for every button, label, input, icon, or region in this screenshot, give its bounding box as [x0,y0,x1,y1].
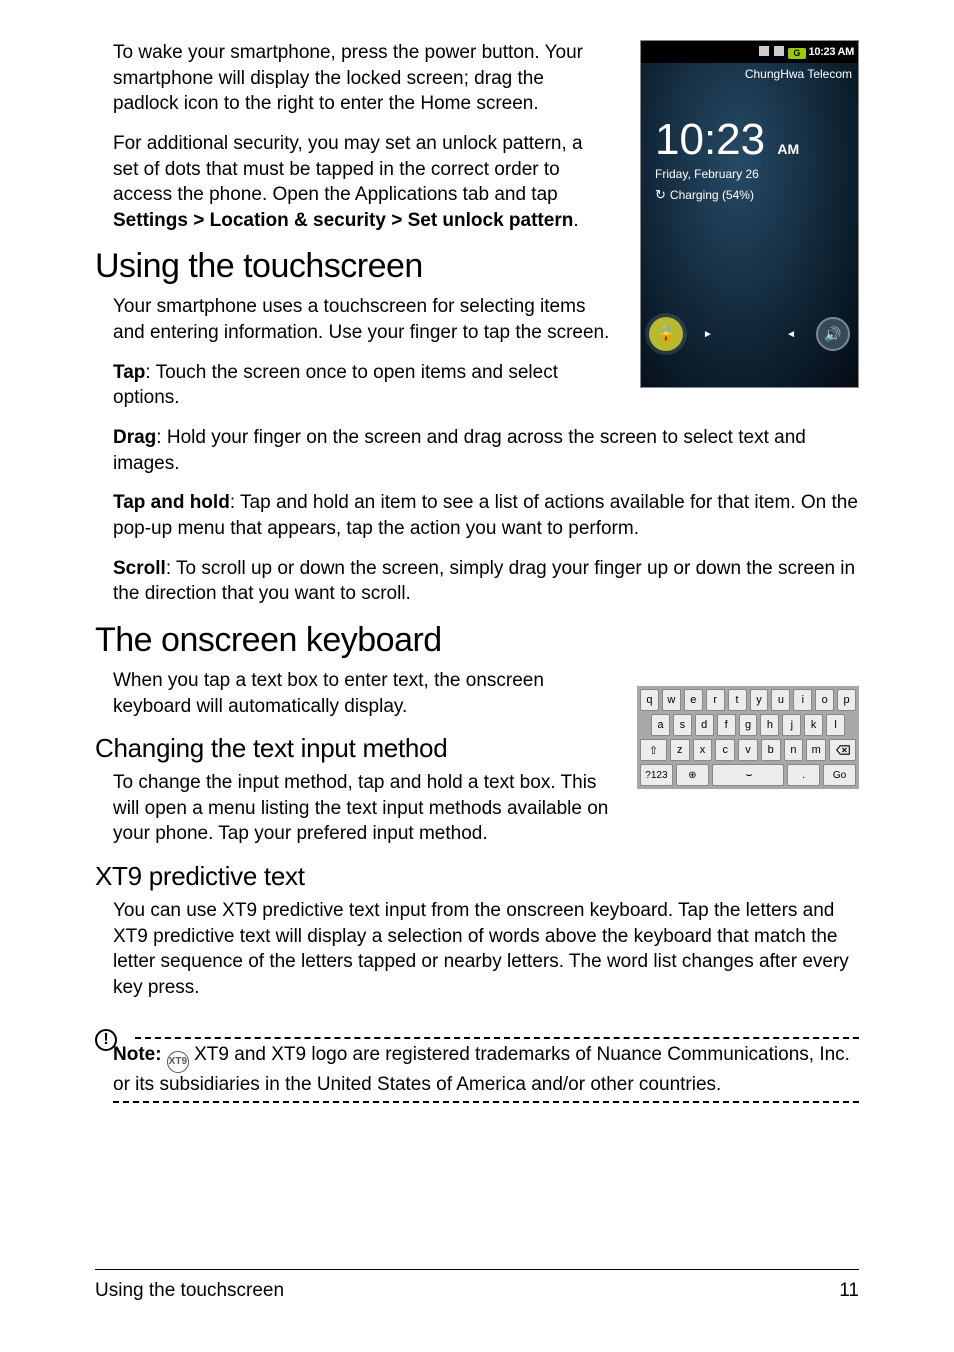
charging-label: Charging (54%) [641,181,858,203]
note-block: ! Note: XT9 XT9 and XT9 logo are registe… [95,1015,859,1104]
footer-page-number: 11 [839,1280,859,1302]
sound-slider[interactable]: 🔊 [816,317,850,351]
note-text: Note: XT9 XT9 and XT9 logo are registere… [113,1043,859,1098]
carrier-label: ChungHwa Telecom [641,63,858,85]
status-bar: G 10:23 AM [641,41,858,63]
key-q[interactable]: q [640,689,659,711]
key-o[interactable]: o [815,689,834,711]
key-z[interactable]: z [670,739,690,761]
key-t[interactable]: t [728,689,747,711]
key-space[interactable]: ⌣ [712,764,785,786]
network-icon [774,46,784,56]
footer-section: Using the touchscreen [95,1280,284,1302]
paragraph-touch-intro: Your smartphone uses a touchscreen for s… [113,294,613,345]
unlock-slider[interactable]: 🔒 [649,317,683,351]
key-m[interactable]: m [806,739,826,761]
key-e[interactable]: e [684,689,703,711]
key-k[interactable]: k [804,714,823,736]
key-numeric[interactable]: ?123 [640,764,673,786]
paragraph-drag: Drag: Hold your finger on the screen and… [113,425,873,476]
paragraph-tap: Tap: Touch the screen once to open items… [113,360,613,411]
page-footer: Using the touchscreen 11 [95,1269,859,1302]
key-u[interactable]: u [771,689,790,711]
key-b[interactable]: b [761,739,781,761]
key-y[interactable]: y [750,689,769,711]
lock-clock: 10:23 AM [641,85,858,165]
key-go[interactable]: Go [823,764,856,786]
key-s[interactable]: s [673,714,692,736]
key-g[interactable]: g [739,714,758,736]
key-d[interactable]: d [695,714,714,736]
paragraph-wake: To wake your smartphone, press the power… [113,40,613,117]
key-i[interactable]: i [793,689,812,711]
key-c[interactable]: c [715,739,735,761]
key-w[interactable]: w [662,689,681,711]
paragraph-change-input: To change the input method, tap and hold… [113,770,613,847]
key-l[interactable]: l [826,714,845,736]
key-n[interactable]: n [784,739,804,761]
lock-screen-figure: G 10:23 AM ChungHwa Telecom 10:23 AM Fri… [640,40,859,388]
key-shift[interactable]: ⇧ [640,739,667,761]
onscreen-keyboard-figure: qwertyuiop asdfghjkl ⇧ zxcvbnm ?123 ⊕ ⌣ … [637,686,859,789]
note-alert-icon: ! [95,1029,117,1051]
status-time: 10:23 AM [809,46,855,58]
xt9-logo-icon: XT9 [167,1051,189,1073]
key-h[interactable]: h [760,714,779,736]
lock-date: Friday, February 26 [641,165,858,181]
key-f[interactable]: f [717,714,736,736]
paragraph-security: For additional security, you may set an … [113,131,613,234]
key-v[interactable]: v [738,739,758,761]
paragraph-tap-hold: Tap and hold: Tap and hold an item to se… [113,490,873,541]
key-globe[interactable]: ⊕ [676,764,709,786]
paragraph-xt9: You can use XT9 predictive text input fr… [113,898,873,1001]
heading-xt9: XT9 predictive text [95,861,859,892]
key-p[interactable]: p [837,689,856,711]
key-a[interactable]: a [651,714,670,736]
key-period[interactable]: . [787,764,820,786]
key-backspace[interactable] [829,739,856,761]
paragraph-keyboard-intro: When you tap a text box to enter text, t… [113,668,613,719]
signal-icon [759,46,769,56]
battery-icon: G [788,48,806,59]
paragraph-scroll: Scroll: To scroll up or down the screen,… [113,556,873,607]
key-j[interactable]: j [782,714,801,736]
heading-onscreen-keyboard: The onscreen keyboard [95,621,859,660]
key-x[interactable]: x [693,739,713,761]
key-r[interactable]: r [706,689,725,711]
